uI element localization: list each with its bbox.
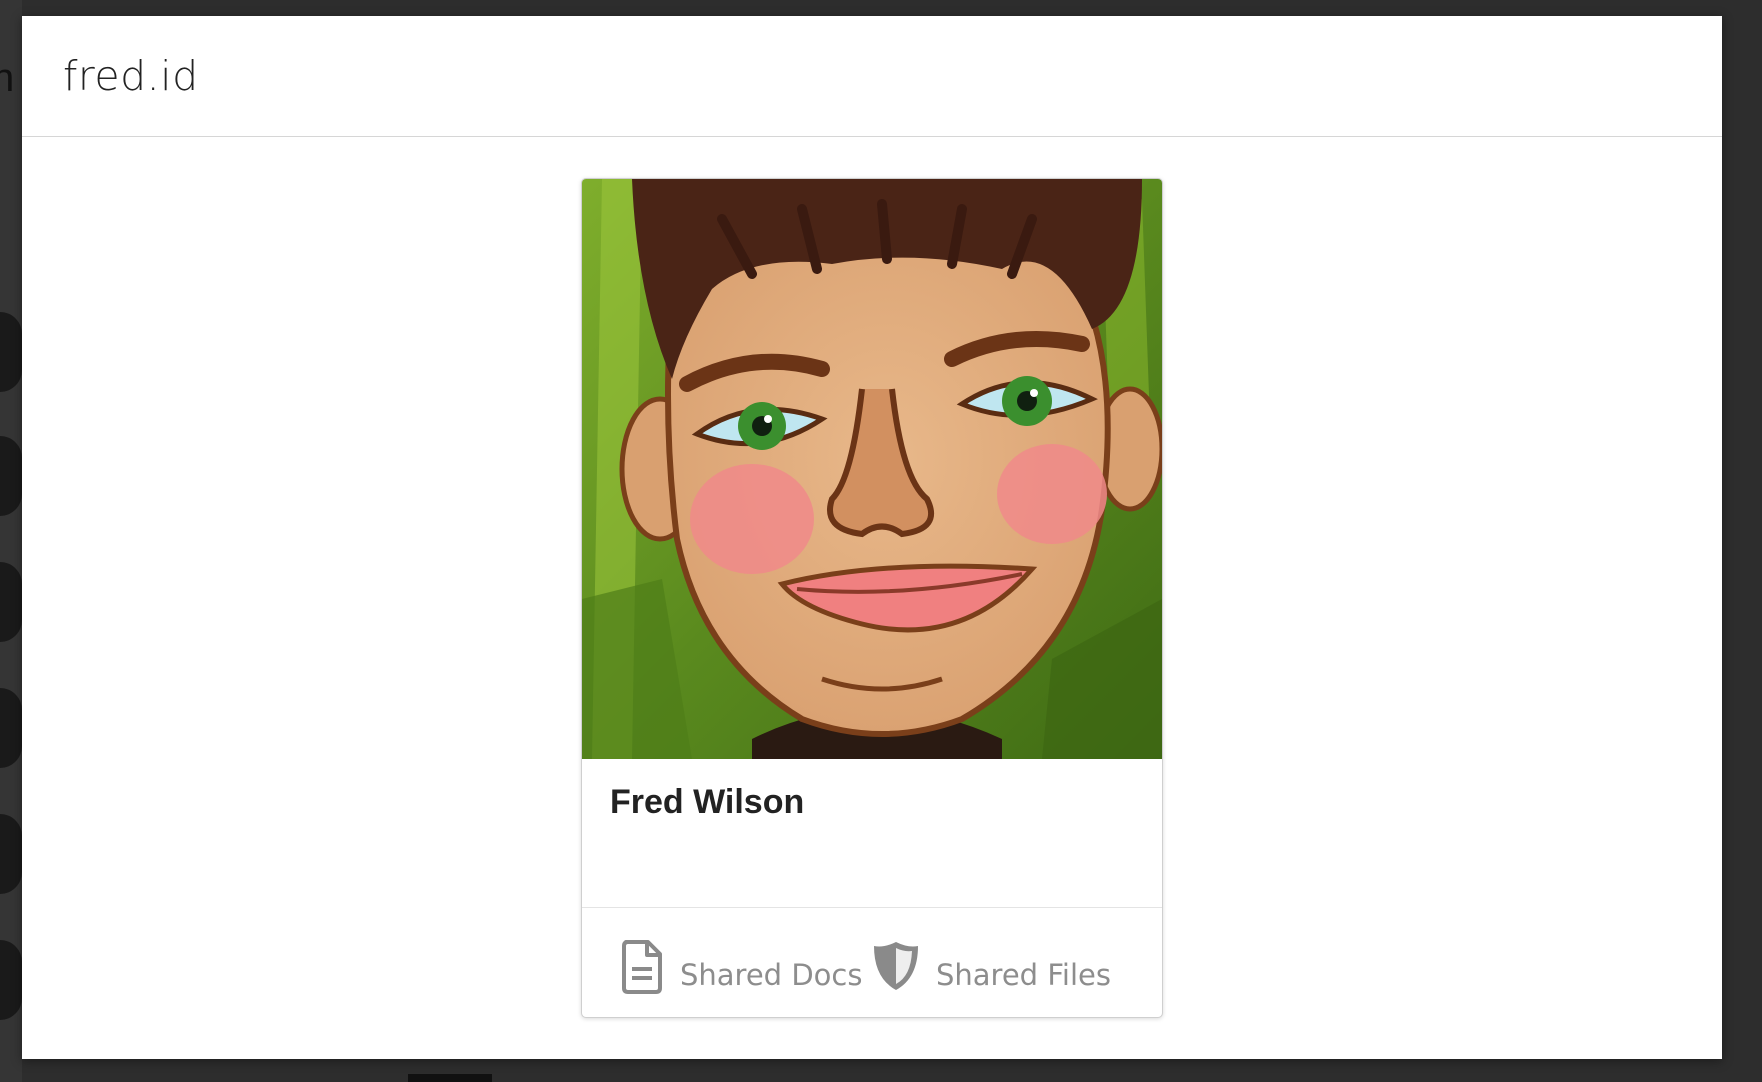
profile-card: Fred Wilson Shared Docs Shared Files [581,178,1163,1018]
shared-docs-link[interactable]: Shared Docs [620,938,862,994]
background-avatar [0,688,22,768]
modal-header: fred.id [22,16,1722,137]
background-sidebar [0,0,22,1082]
document-icon [622,940,662,994]
modal-title: fred.id [63,52,199,100]
background-avatar [0,436,22,516]
modal-body: Fred Wilson Shared Docs Shared Files [22,137,1722,1059]
background-avatar [0,562,22,642]
background-title-fragment: n [0,56,15,100]
profile-modal: fred.id Fred Wilson Shared Docs Shared F… [22,16,1722,1059]
shield-icon [874,942,918,990]
shared-files-label: Shared Files [936,958,1111,992]
background-bar [408,1074,492,1082]
card-footer: Shared Docs Shared Files [582,908,1162,1017]
background-avatar [0,940,22,1020]
background-avatar [0,312,22,392]
card-content: Fred Wilson [582,759,1162,908]
profile-name: Fred Wilson [610,783,805,821]
background-avatar [0,814,22,894]
shared-docs-label: Shared Docs [680,958,863,992]
shared-files-link[interactable]: Shared Files [872,938,1111,994]
profile-portrait-image [582,179,1162,759]
